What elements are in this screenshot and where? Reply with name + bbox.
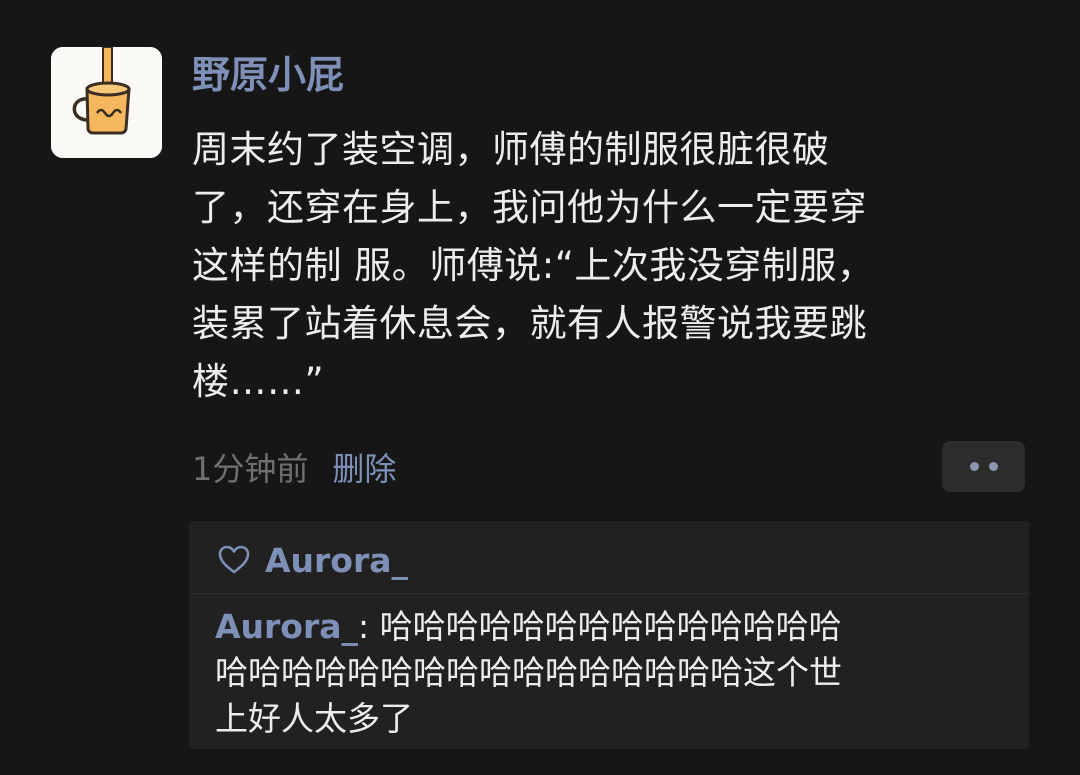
post-body: 周末约了装空调，师傅的制服很脏很破 了，还穿在身上，我问他为什么一定要穿 这样的… — [192, 121, 1012, 411]
post-author-name[interactable]: 野原小屁 — [192, 50, 344, 100]
comment-author-name[interactable]: Aurora_ — [215, 607, 358, 646]
post-text-line: 装累了站着休息会，就有人报警说我要跳 — [192, 302, 867, 345]
comment-item[interactable]: Aurora_: 哈哈哈哈哈哈哈哈哈哈哈哈哈哈 哈哈哈哈哈哈哈哈哈哈哈哈哈哈哈哈… — [215, 604, 1015, 742]
comments-panel: Aurora_ Aurora_: 哈哈哈哈哈哈哈哈哈哈哈哈哈哈 哈哈哈哈哈哈哈哈… — [189, 521, 1029, 749]
comment-text-line: 哈哈哈哈哈哈哈哈哈哈哈哈哈哈 — [379, 607, 842, 646]
divider — [189, 593, 1029, 594]
post-text-line: 这样的制 服。师傅说:“上次我没穿制服， — [192, 244, 875, 287]
more-dots-icon — [969, 462, 979, 471]
post-text-line: 周末约了装空调，师傅的制服很脏很破 — [192, 128, 830, 171]
like-user-name[interactable]: Aurora_ — [265, 541, 408, 580]
more-actions-button[interactable] — [942, 441, 1025, 492]
avatar[interactable] — [51, 47, 162, 158]
comment-text-line: 上好人太多了 — [215, 699, 413, 738]
post-timestamp: 1分钟前 — [192, 450, 309, 488]
comment-line: Aurora_: 哈哈哈哈哈哈哈哈哈哈哈哈哈哈 — [215, 604, 1015, 650]
mug-avatar-icon — [51, 47, 162, 158]
heart-icon — [218, 545, 250, 574]
delete-button[interactable]: 删除 — [332, 444, 396, 490]
likes-row: Aurora_ — [217, 536, 408, 584]
comment-text-line: 哈哈哈哈哈哈哈哈哈哈哈哈哈哈哈哈这个世 — [215, 653, 842, 692]
comment-separator: : — [358, 607, 380, 646]
post-meta-row: 1分钟前 删除 — [192, 442, 396, 492]
moments-post-screen: 野原小屁 周末约了装空调，师傅的制服很脏很破 了，还穿在身上，我问他为什么一定要… — [0, 0, 1080, 775]
post-text-line: 楼……” — [192, 360, 325, 403]
more-dots-icon — [988, 462, 998, 471]
post-text-line: 了，还穿在身上，我问他为什么一定要穿 — [192, 186, 867, 229]
